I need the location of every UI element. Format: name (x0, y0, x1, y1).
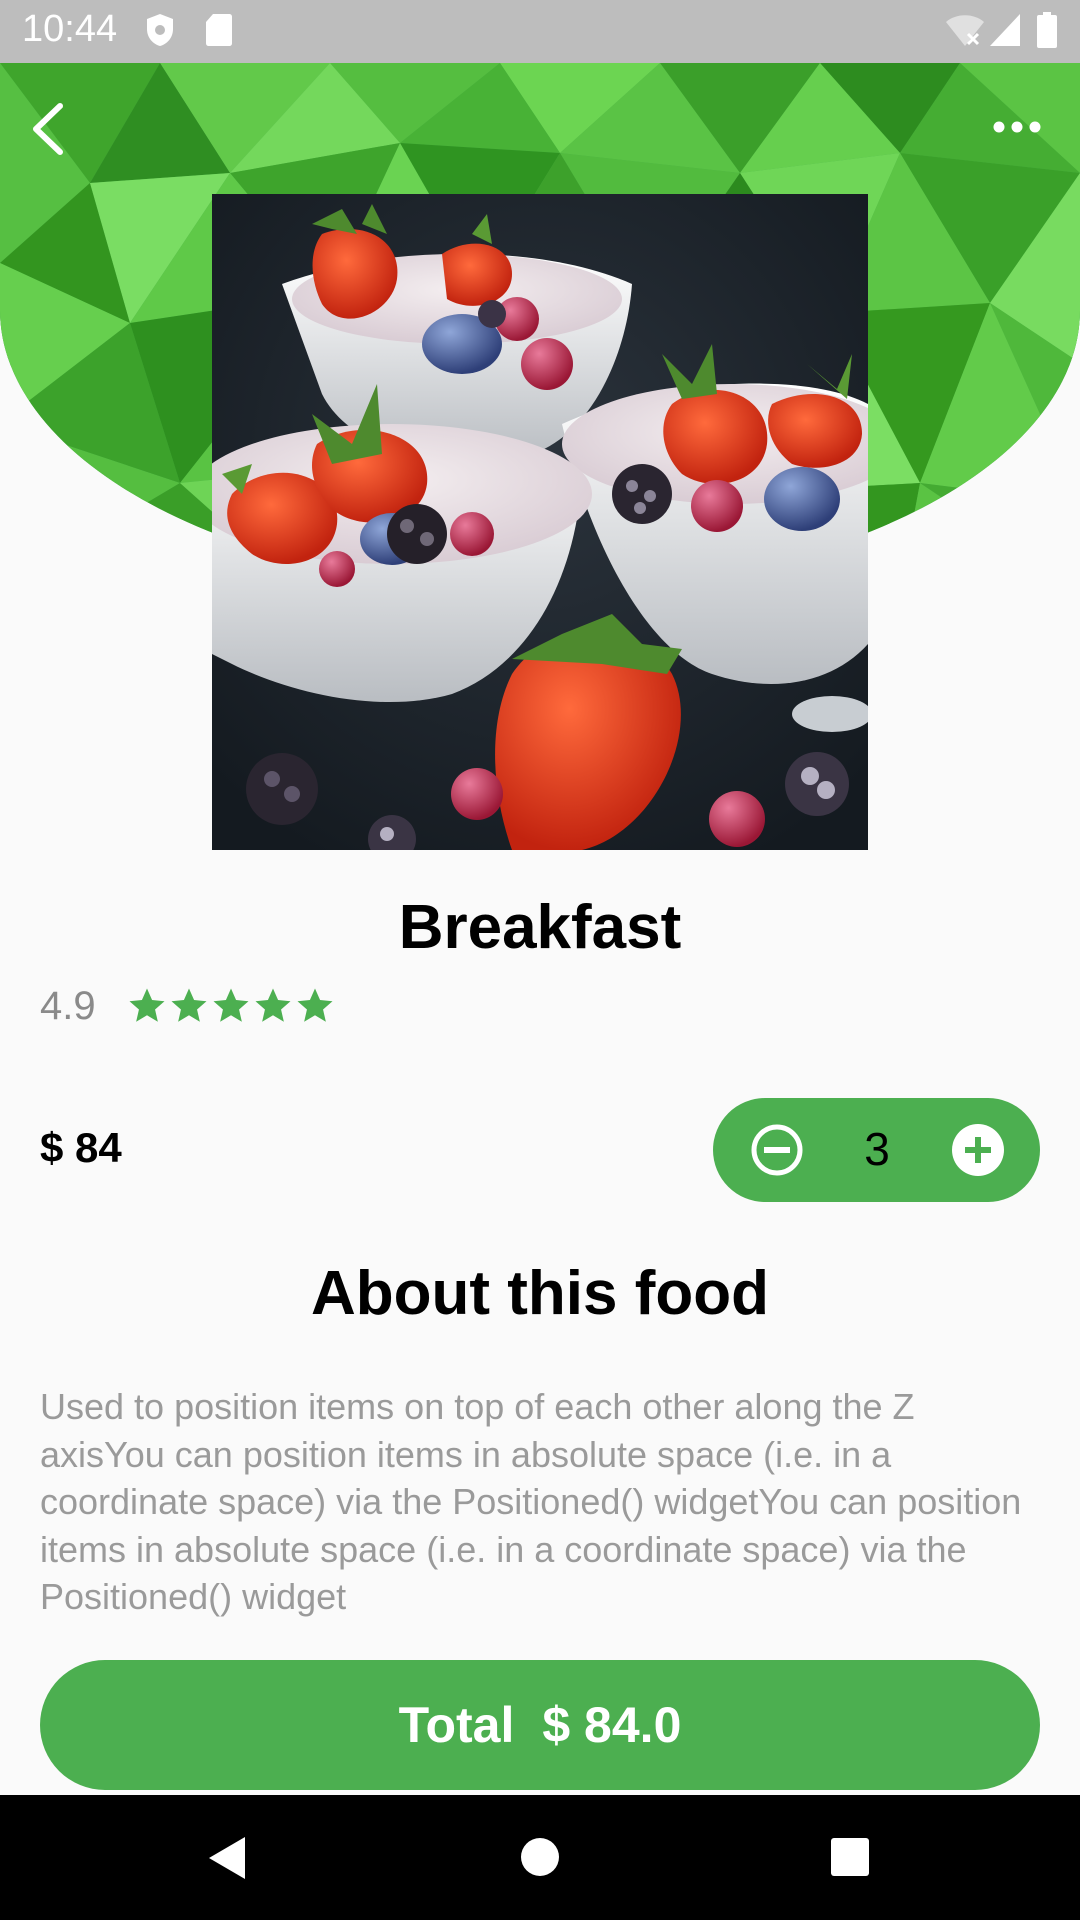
nav-back-icon[interactable] (205, 1835, 249, 1881)
add-circle-icon[interactable] (951, 1123, 1005, 1177)
navigation-bar (0, 1795, 1080, 1920)
wifi-off-icon (946, 15, 984, 46)
more-horiz-icon (993, 121, 1041, 133)
nav-home-icon[interactable] (518, 1835, 562, 1879)
nav-recents-icon[interactable] (830, 1837, 870, 1877)
star-icon (255, 988, 291, 1022)
status-bar: 10:44 (0, 0, 1080, 63)
about-description: Used to position items on top of each ot… (40, 1386, 1022, 1617)
total-button[interactable]: Total $ 84.0 (40, 1660, 1040, 1790)
rating-row: 4.9 (40, 978, 336, 1034)
food-title: Breakfast (398, 893, 682, 962)
quantity-stepper: 3 (713, 1098, 1040, 1202)
total-label: Total (398, 1697, 515, 1753)
signal-icon (990, 14, 1020, 46)
status-time: 10:44 (22, 8, 118, 50)
rating-value: 4.9 (40, 983, 96, 1028)
star-icon (297, 988, 333, 1022)
shield-icon (147, 14, 173, 46)
remove-circle-icon[interactable] (750, 1123, 804, 1177)
arrow-back-icon (33, 103, 63, 155)
yogurt-berries-photo (212, 194, 868, 850)
sd-card-icon (206, 14, 232, 46)
about-title: About this food (311, 1259, 769, 1328)
food-image (212, 194, 868, 850)
back-button[interactable] (20, 94, 80, 164)
quantity-value: 3 (864, 1123, 890, 1175)
price: $ 84 (40, 1124, 122, 1171)
battery-icon (1037, 12, 1057, 48)
star-rating (126, 985, 336, 1027)
total-value: $ 84.0 (542, 1697, 682, 1753)
star-icon (129, 988, 165, 1022)
star-icon (213, 988, 249, 1022)
more-options-button[interactable] (990, 100, 1044, 154)
star-icon (171, 988, 207, 1022)
